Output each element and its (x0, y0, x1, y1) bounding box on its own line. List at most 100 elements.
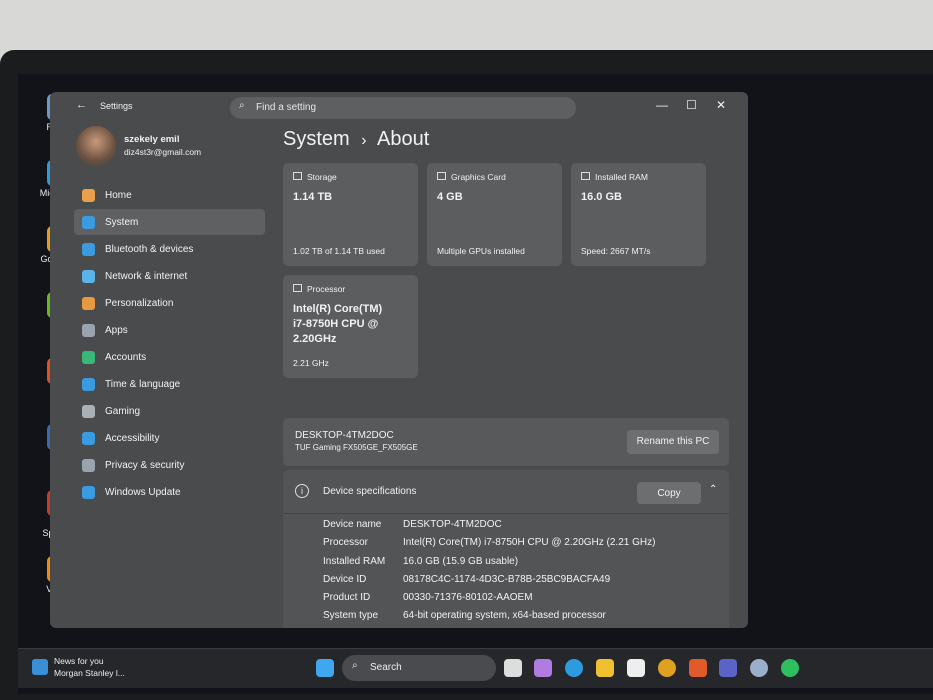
breadcrumb: System › About (283, 128, 728, 151)
spec-card: Processor Intel(R) Core(TM) i7-8750H CPU … (283, 275, 418, 378)
spec-row: Device name DESKTOP-4TM2DOC (283, 519, 729, 537)
card-icon (437, 172, 446, 180)
spotify-icon[interactable] (781, 659, 799, 677)
copy-button[interactable]: Copy (637, 482, 701, 504)
sidebar-item[interactable]: System (74, 209, 265, 235)
sidebar-item[interactable]: Personalization (74, 290, 265, 316)
taskbar: News for you Morgan Stanley l... ⌕ Searc… (18, 648, 933, 688)
maximize-button[interactable]: ☐ (686, 98, 697, 112)
sidebar-item-label: Windows Update (105, 486, 181, 498)
sidebar-item[interactable]: Windows Update (74, 479, 265, 505)
avatar (76, 126, 116, 166)
card-subtitle: 2.21 GHz (293, 358, 329, 368)
nav-icon (82, 323, 95, 337)
chevron-up-icon[interactable]: ⌃ (709, 484, 717, 495)
start-icon[interactable] (316, 659, 334, 677)
sidebar-item[interactable]: Gaming (74, 398, 265, 424)
chrome-icon[interactable] (658, 659, 676, 677)
brave-icon[interactable] (689, 659, 707, 677)
spec-card: Graphics Card 4 GB Multiple GPUs installed (427, 163, 562, 266)
nav-icon (82, 188, 95, 202)
spec-value: 00330-71376-80102-AAOEM (403, 592, 533, 604)
spec-row: Device ID 08178C4C-1174-4D3C-B78B-25BC9BA… (283, 574, 729, 592)
spec-row: System type 64-bit operating system, x64-… (283, 610, 729, 628)
nav-icon (82, 269, 95, 283)
sidebar-item-label: Time & language (105, 378, 181, 390)
teams-icon[interactable] (719, 659, 737, 677)
settings-icon[interactable] (750, 659, 768, 677)
spec-row: Installed RAM 16.0 GB (15.9 GB usable) (283, 556, 729, 574)
nav-list: Home System Bluetooth & devices Network & i… (50, 182, 275, 505)
card-title: Graphics Card (451, 172, 506, 182)
card-title: Installed RAM (595, 172, 648, 182)
sidebar: szekely emil diz4st3r@gmail.com Home Syst… (50, 122, 275, 628)
spec-value: DESKTOP-4TM2DOC (403, 519, 502, 530)
taskbar-search[interactable]: ⌕ Search (342, 655, 496, 681)
spec-label: Installed RAM (323, 555, 386, 567)
card-value: 4 GB (437, 191, 463, 203)
nav-icon (82, 404, 95, 418)
nav-icon (82, 431, 95, 445)
sidebar-item-label: Accounts (105, 351, 147, 363)
sidebar-item[interactable]: Bluetooth & devices (74, 236, 265, 262)
card-subtitle: 1.02 TB of 1.14 TB used (293, 246, 385, 256)
sidebar-item[interactable]: Accounts (74, 344, 265, 370)
card-value: 16.0 GB (581, 191, 622, 203)
profile-email: diz4st3r@gmail.com (124, 147, 202, 157)
main-content: System › About Storage 1.14 TB 1.02 TB of … (283, 122, 729, 628)
spec-label: Processor (323, 537, 369, 549)
sidebar-item[interactable]: Apps (74, 317, 265, 343)
card-subtitle: Multiple GPUs installed (437, 246, 525, 256)
back-button[interactable]: ← (76, 99, 87, 111)
nav-icon (82, 350, 95, 364)
task-view-icon[interactable] (504, 659, 522, 677)
card-title: Storage (307, 172, 337, 182)
spec-label: Device name (323, 519, 382, 530)
card-title: Processor (307, 284, 346, 294)
device-specifications: i Device specifications Copy ⌃ Device na… (283, 470, 729, 628)
news-title: News for you (54, 656, 104, 666)
file-explorer-icon[interactable] (596, 659, 614, 677)
search-icon: ⌕ (352, 660, 358, 671)
specs-header[interactable]: i Device specifications Copy ⌃ (283, 470, 729, 514)
profile-name: szekely emil (124, 134, 180, 145)
nav-icon (82, 458, 95, 472)
sidebar-item[interactable]: Network & internet (74, 263, 265, 289)
desktop: RecyclMicro EdgGoo ChroµTorEANeed SpeeNe… (18, 74, 933, 694)
sidebar-item-label: Network & internet (105, 270, 188, 282)
spec-value: Intel(R) Core(TM) i7-8750H CPU @ 2.20GHz… (403, 537, 656, 549)
news-subtitle: Morgan Stanley l... (54, 668, 125, 678)
sidebar-item[interactable]: Privacy & security (74, 452, 265, 478)
spec-value: 64-bit operating system, x64-based proce… (403, 610, 606, 622)
spec-value: 16.0 GB (15.9 GB usable) (403, 555, 519, 567)
breadcrumb-system[interactable]: System (283, 128, 350, 150)
sidebar-item[interactable]: Home (74, 182, 265, 208)
card-icon (581, 172, 590, 180)
spec-value: 08178C4C-1174-4D3C-B78B-25BC9BACFA49 (403, 573, 611, 585)
page-title: About (377, 128, 430, 150)
sidebar-item[interactable]: Time & language (74, 371, 265, 397)
sidebar-item-label: Accessibility (105, 432, 160, 444)
news-widget[interactable]: News for you Morgan Stanley l... (32, 656, 125, 678)
sidebar-item-label: Personalization (105, 297, 174, 309)
spec-label: System type (323, 610, 379, 622)
profile[interactable]: szekely emil diz4st3r@gmail.com (50, 122, 275, 170)
minimize-button[interactable]: — (656, 98, 668, 112)
close-button[interactable]: ✕ (716, 98, 726, 112)
store-icon[interactable] (627, 659, 645, 677)
card-value: 1.14 TB (293, 191, 333, 203)
spec-row: Product ID 00330-71376-80102-AAOEM (283, 592, 729, 610)
sidebar-item-label: Bluetooth & devices (105, 243, 194, 255)
sidebar-item-label: Privacy & security (105, 459, 185, 471)
search-icon: ⌕ (239, 100, 245, 111)
copilot-icon[interactable] (534, 659, 552, 677)
sidebar-item[interactable]: Accessibility (74, 425, 265, 451)
search-input[interactable]: ⌕ Find a setting (230, 97, 576, 119)
spec-row: Processor Intel(R) Core(TM) i7-8750H CPU … (283, 537, 729, 555)
spec-card: Installed RAM 16.0 GB Speed: 2667 MT/s (571, 163, 706, 266)
specs-title: Device specifications (323, 486, 417, 497)
rename-pc-button[interactable]: Rename this PC (627, 430, 719, 454)
edge-icon[interactable] (565, 659, 583, 677)
card-icon (293, 284, 302, 292)
spec-card: Storage 1.14 TB 1.02 TB of 1.14 TB used (283, 163, 418, 266)
